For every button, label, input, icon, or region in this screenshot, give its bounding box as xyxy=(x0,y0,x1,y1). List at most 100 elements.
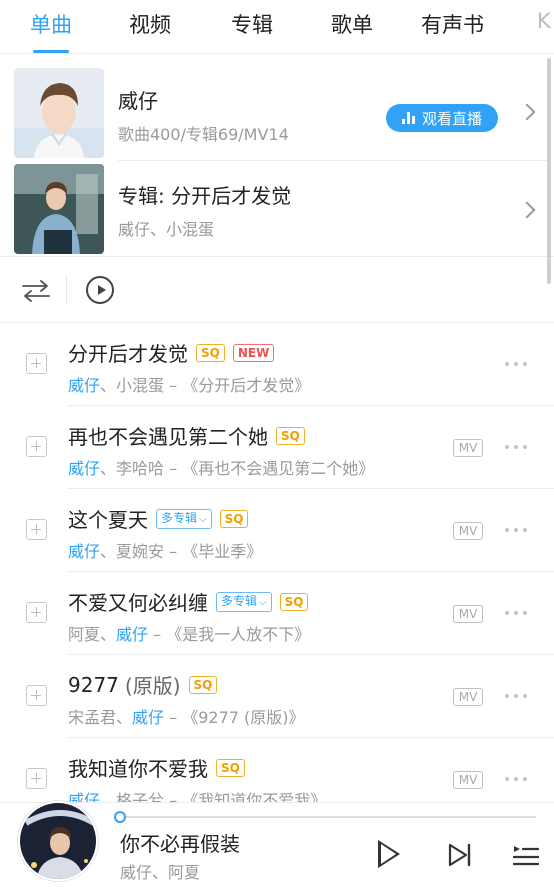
album-card[interactable]: 专辑: 分开后才发觉 威仔、小混蛋 xyxy=(0,160,554,256)
artist-separator: 、 xyxy=(116,708,133,727)
song-artists-album: 宋孟君、威仔 – 《9277 (原版)》 xyxy=(68,704,305,728)
mv-badge[interactable]: MV xyxy=(453,771,483,789)
album-cover xyxy=(14,164,104,254)
active-tab-indicator xyxy=(33,50,69,53)
scrollbar[interactable] xyxy=(547,58,551,284)
next-track-icon[interactable] xyxy=(448,843,472,867)
song-title: 分开后才发觉 xyxy=(68,342,188,366)
now-playing-title[interactable]: 你不必再假装 xyxy=(120,828,240,857)
multi-album-label: 多专辑 xyxy=(161,510,198,525)
chevron-down-icon: ⌵ xyxy=(259,596,267,608)
more-dots-icon[interactable] xyxy=(505,611,531,617)
sq-badge: SQ xyxy=(196,343,225,362)
album-separator: – xyxy=(164,708,183,727)
artist-link[interactable]: 李哈哈 xyxy=(116,459,164,478)
artist-separator: 、 xyxy=(100,625,117,644)
tab-audiobooks[interactable]: 有声书 xyxy=(421,9,484,39)
artist-link[interactable]: 阿夏 xyxy=(68,625,100,644)
song-album: 《毕业季》 xyxy=(182,542,263,561)
category-tabs: 单曲 视频 专辑 歌单 有声书 K xyxy=(0,0,554,54)
plus-square-icon[interactable] xyxy=(26,353,47,374)
more-dots-icon[interactable] xyxy=(505,445,531,451)
tab-albums[interactable]: 专辑 xyxy=(231,9,273,39)
more-dots-icon[interactable] xyxy=(505,777,531,783)
more-dots-icon[interactable] xyxy=(505,362,531,368)
song-album: 《9277 (原版)》 xyxy=(182,708,305,727)
progress-knob[interactable] xyxy=(114,811,126,823)
plus-square-icon[interactable] xyxy=(26,436,47,457)
play-icon[interactable] xyxy=(378,840,400,868)
artist-separator: 、 xyxy=(100,376,117,395)
song-artists-album: 威仔、夏婉安 – 《毕业季》 xyxy=(68,538,262,562)
plus-square-icon[interactable] xyxy=(26,602,47,623)
artist-card[interactable]: 威仔 歌曲400/专辑69/MV14 观看直播 xyxy=(0,58,554,160)
now-playing-artist[interactable]: 威仔、阿夏 xyxy=(120,859,200,883)
mv-badge[interactable]: MV xyxy=(453,522,483,540)
artist-link[interactable]: 宋孟君 xyxy=(68,708,116,727)
song-row[interactable]: 这个夏天 多专辑 ⌵ SQ 威仔、夏婉安 – 《毕业季》 MV xyxy=(0,489,554,572)
live-bars-icon xyxy=(401,112,415,124)
song-title-row: 我知道你不爱我 SQ xyxy=(68,753,245,782)
sq-badge: SQ xyxy=(276,426,305,445)
watch-live-button[interactable]: 观看直播 xyxy=(386,104,498,132)
chevron-right-icon xyxy=(518,103,536,121)
shuffle-icon[interactable] xyxy=(22,278,50,304)
sq-badge: SQ xyxy=(219,509,249,528)
now-playing-cover[interactable] xyxy=(18,801,98,881)
artist-link[interactable]: 威仔 xyxy=(68,376,100,395)
song-title-row: 再也不会遇见第二个她 SQ xyxy=(68,421,305,450)
album-artists: 威仔、小混蛋 xyxy=(118,220,215,239)
artist-link[interactable]: 威仔 xyxy=(132,708,164,727)
album-separator: – xyxy=(164,459,183,478)
tab-playlists[interactable]: 歌单 xyxy=(331,9,373,39)
song-title: 不爱又何必纠缠 xyxy=(68,591,208,615)
album-separator: – xyxy=(164,542,183,561)
artist-link[interactable]: 小混蛋 xyxy=(116,376,164,395)
song-title-row: 9277 (原版) SQ xyxy=(68,670,218,699)
mv-badge[interactable]: MV xyxy=(453,688,483,706)
artist-avatar xyxy=(14,68,104,158)
sq-badge: SQ xyxy=(279,592,309,611)
song-title-suffix: (原版) xyxy=(124,674,181,698)
artist-link[interactable]: 威仔 xyxy=(68,459,100,478)
plus-square-icon[interactable] xyxy=(26,768,47,789)
artist-link[interactable]: 威仔 xyxy=(116,625,148,644)
mv-badge[interactable]: MV xyxy=(453,439,483,457)
artist-link[interactable]: 夏婉安 xyxy=(116,542,164,561)
song-artists-album: 威仔、小混蛋 – 《分开后才发觉》 xyxy=(68,372,310,396)
multi-album-label: 多专辑 xyxy=(221,593,258,608)
album-separator: – xyxy=(148,625,167,644)
song-album: 《再也不会遇见第二个她》 xyxy=(182,459,375,478)
playlist-icon[interactable] xyxy=(513,843,539,867)
more-dots-icon[interactable] xyxy=(505,528,531,534)
multi-album-badge[interactable]: 多专辑 ⌵ xyxy=(156,508,212,529)
song-row[interactable]: 分开后才发觉 SQ NEW 威仔、小混蛋 – 《分开后才发觉》 xyxy=(0,323,554,406)
song-artists-album: 阿夏、威仔 – 《是我一人放不下》 xyxy=(68,621,310,645)
chevron-right-icon xyxy=(518,201,536,219)
new-badge: NEW xyxy=(232,343,275,362)
play-all-button[interactable] xyxy=(86,276,114,304)
song-row[interactable]: 不爱又何必纠缠 多专辑 ⌵ SQ 阿夏、威仔 – 《是我一人放不下》 MV xyxy=(0,572,554,655)
tab-singles[interactable]: 单曲 xyxy=(30,9,72,39)
song-title: 9277 xyxy=(68,672,119,697)
mv-badge[interactable]: MV xyxy=(453,605,483,623)
progress-track[interactable] xyxy=(120,816,536,818)
artist-separator: 、 xyxy=(100,459,117,478)
artist-link[interactable]: 威仔 xyxy=(68,542,100,561)
more-dots-icon[interactable] xyxy=(505,694,531,700)
multi-album-badge[interactable]: 多专辑 ⌵ xyxy=(216,591,272,612)
sq-badge: SQ xyxy=(216,758,245,777)
tab-overflow[interactable]: K xyxy=(537,9,551,33)
plus-square-icon[interactable] xyxy=(26,685,47,706)
tab-videos[interactable]: 视频 xyxy=(129,9,171,39)
song-title-row: 这个夏天 多专辑 ⌵ SQ xyxy=(68,504,249,533)
chevron-down-icon: ⌵ xyxy=(199,513,207,525)
artist-stats: 歌曲400/专辑69/MV14 xyxy=(118,125,289,144)
song-row[interactable]: 再也不会遇见第二个她 SQ 威仔、李哈哈 – 《再也不会遇见第二个她》 MV xyxy=(0,406,554,489)
song-album: 《分开后才发觉》 xyxy=(182,376,311,395)
mini-player: 你不必再假装 威仔、阿夏 xyxy=(0,801,554,887)
song-row[interactable]: 9277 (原版) SQ 宋孟君、威仔 – 《9277 (原版)》 MV xyxy=(0,655,554,738)
artist-name: 威仔 xyxy=(118,89,158,113)
divider xyxy=(0,256,554,257)
plus-square-icon[interactable] xyxy=(26,519,47,540)
